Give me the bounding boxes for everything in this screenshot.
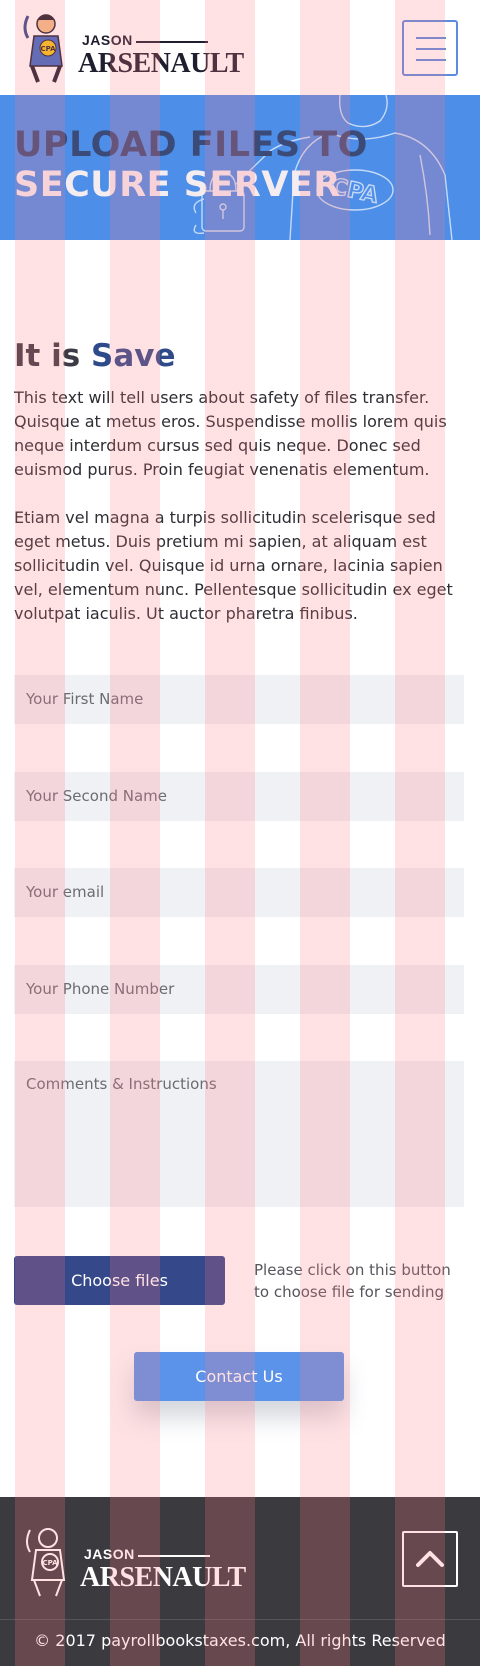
- logo-divider: [136, 41, 208, 43]
- layout-grid-overlay: [0, 0, 480, 1666]
- mascot-logo-icon: CPA: [26, 1528, 66, 1597]
- choose-files-hint: Please click on this button to choose fi…: [254, 1261, 451, 1301]
- phone-field[interactable]: Your Phone Number: [14, 965, 464, 1014]
- hamburger-menu-icon: [416, 48, 446, 50]
- scroll-to-top-button[interactable]: [402, 1531, 458, 1587]
- chevron-up-icon: [416, 1551, 444, 1567]
- mascot-logo-icon: CPA: [23, 14, 63, 83]
- section-title-prefix: It is: [14, 338, 81, 374]
- svg-text:CPA: CPA: [40, 45, 56, 53]
- email-field[interactable]: Your email: [14, 868, 464, 917]
- footer-divider: [0, 1619, 480, 1620]
- svg-text:CPA: CPA: [42, 1559, 58, 1567]
- footer-logo-divider: [138, 1555, 210, 1557]
- intro-paragraph-2: Etiam vel magna a turpis sollicitudin sc…: [14, 508, 453, 623]
- hamburger-menu-icon: [416, 59, 446, 61]
- hero-banner: CPA UPLOAD FILES TO SECURE SERVER: [0, 95, 480, 240]
- first-name-field[interactable]: Your First Name: [14, 675, 464, 724]
- logo-first-name: JASON: [82, 32, 133, 48]
- second-name-field[interactable]: Your Second Name: [14, 772, 464, 821]
- logo-last-name: ARSENAULT: [78, 48, 244, 79]
- comments-textarea[interactable]: Comments & Instructions: [14, 1061, 464, 1207]
- section-title-accent: Save: [91, 338, 176, 374]
- intro-paragraph-1: This text will tell users about safety o…: [14, 388, 447, 479]
- hero-title-line1: UPLOAD FILES TO: [14, 125, 368, 165]
- footer-logo-first-name: JASON: [84, 1546, 135, 1562]
- menu-button[interactable]: [402, 20, 458, 76]
- footer-logo[interactable]: CPA JASON ARSENAULT: [20, 1522, 246, 1598]
- site-footer: CPA JASON ARSENAULT © 2017 payrollbookst…: [0, 1497, 480, 1666]
- contact-us-button[interactable]: Contact Us: [134, 1352, 344, 1401]
- copyright-text: © 2017 payrollbookstaxes.com, All rights…: [34, 1631, 446, 1650]
- footer-logo-last-name: ARSENAULT: [80, 1562, 246, 1593]
- site-header: CPA JASON ARSENAULT: [0, 0, 480, 95]
- hero-title-line2: SECURE SERVER: [14, 165, 341, 205]
- hamburger-menu-icon: [416, 37, 446, 39]
- choose-files-button[interactable]: Choose files: [14, 1256, 225, 1305]
- section-title: It is Save: [14, 338, 176, 374]
- site-logo[interactable]: CPA JASON ARSENAULT: [18, 8, 244, 84]
